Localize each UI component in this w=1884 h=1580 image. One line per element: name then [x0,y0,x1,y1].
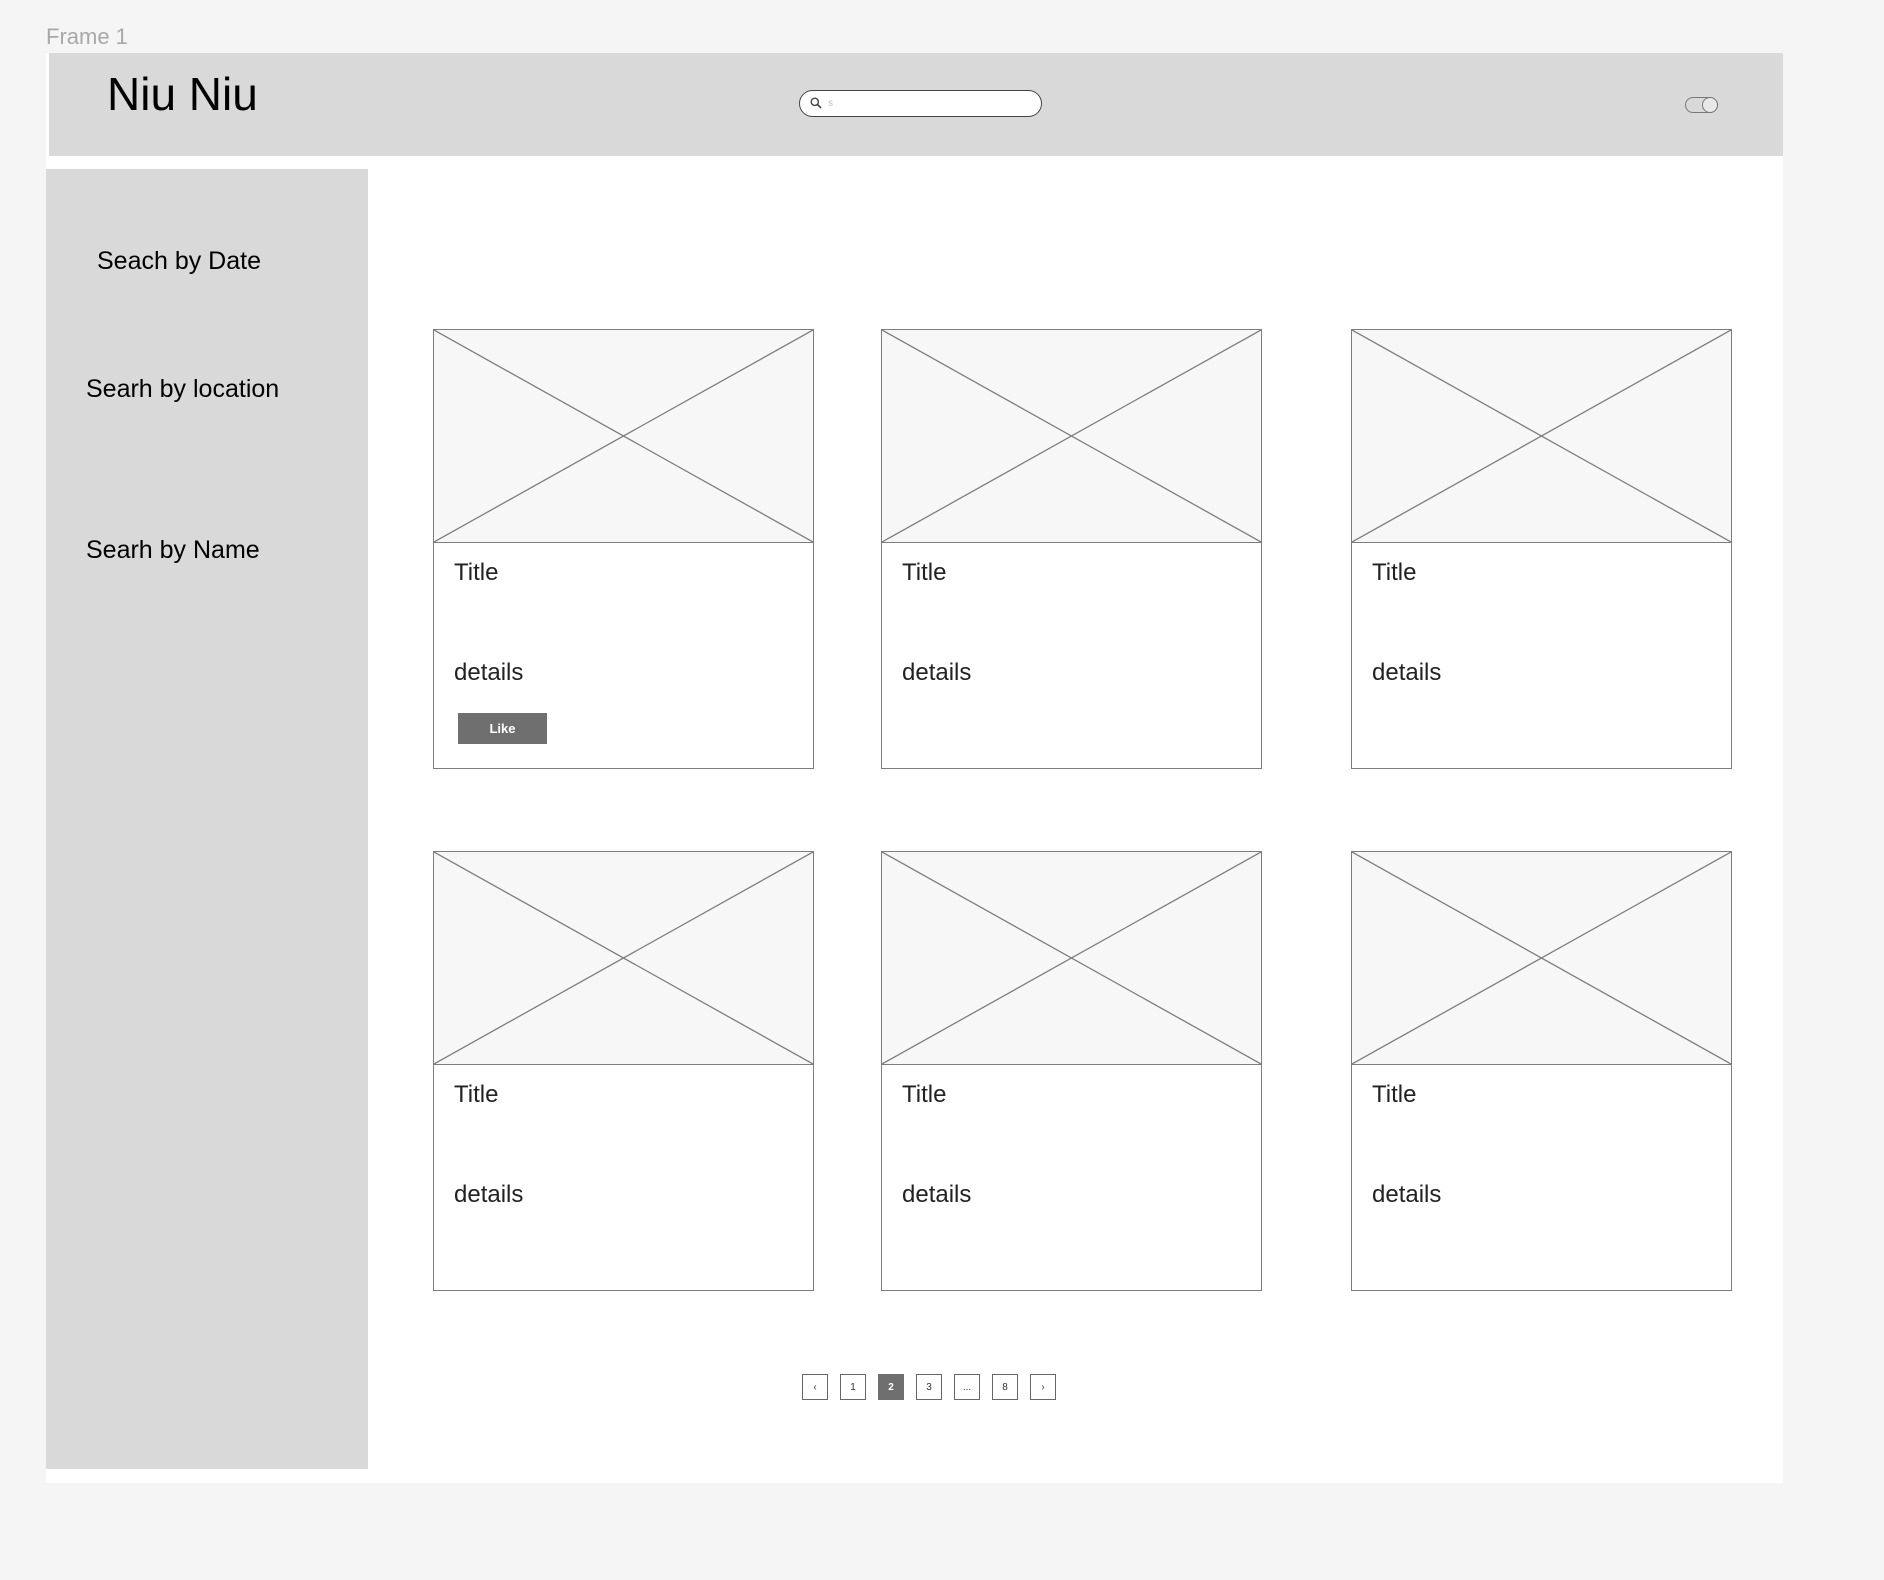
card-title: Title [1372,1081,1417,1108]
pagination-ellipsis[interactable]: ... [954,1374,980,1400]
card[interactable]: Title details [1351,851,1732,1291]
toggle-switch[interactable] [1685,97,1718,113]
card-title: Title [1372,559,1417,586]
pagination-page-3[interactable]: 3 [916,1374,942,1400]
image-placeholder-icon [1352,330,1731,543]
card-details: details [454,659,524,686]
frame-label: Frame 1 [46,24,128,49]
card-details: details [1372,659,1442,686]
image-placeholder-icon [434,852,813,1065]
pagination-page-8[interactable]: 8 [992,1374,1018,1400]
toggle-switch-knob [1702,97,1718,113]
search-icon [810,97,822,109]
search-input[interactable] [828,94,1028,112]
pagination-next-button[interactable]: › [1030,1374,1056,1400]
card-title: Title [454,1081,499,1108]
brand-logo-text[interactable]: Niu Niu [107,67,258,121]
sidebar-item-search-by-location[interactable]: Searh by location [86,375,279,404]
pagination-prev-button[interactable]: ‹ [802,1374,828,1400]
card[interactable]: Title details [881,851,1262,1291]
sidebar-item-search-by-date[interactable]: Seach by Date [97,247,261,276]
card-details: details [454,1181,524,1208]
card[interactable]: Title details Like [433,329,814,769]
app-frame: Niu Niu Seach by Date Searh by location … [46,53,1783,1483]
top-header: Niu Niu [49,53,1783,156]
image-placeholder-icon [1352,852,1731,1065]
pagination-page-2-current[interactable]: 2 [878,1374,904,1400]
sidebar-item-search-by-name[interactable]: Searh by Name [86,536,260,565]
card-details: details [1372,1181,1442,1208]
card[interactable]: Title details [881,329,1262,769]
card-title: Title [454,559,499,586]
sidebar: Seach by Date Searh by location Searh by… [46,169,368,1469]
like-button[interactable]: Like [458,713,547,744]
search-bar[interactable] [799,90,1042,117]
image-placeholder-icon [434,330,813,543]
card[interactable]: Title details [1351,329,1732,769]
card[interactable]: Title details [433,851,814,1291]
pagination-page-1[interactable]: 1 [840,1374,866,1400]
card-details: details [902,1181,972,1208]
image-placeholder-icon [882,330,1261,543]
card-details: details [902,659,972,686]
card-title: Title [902,559,947,586]
card-title: Title [902,1081,947,1108]
image-placeholder-icon [882,852,1261,1065]
